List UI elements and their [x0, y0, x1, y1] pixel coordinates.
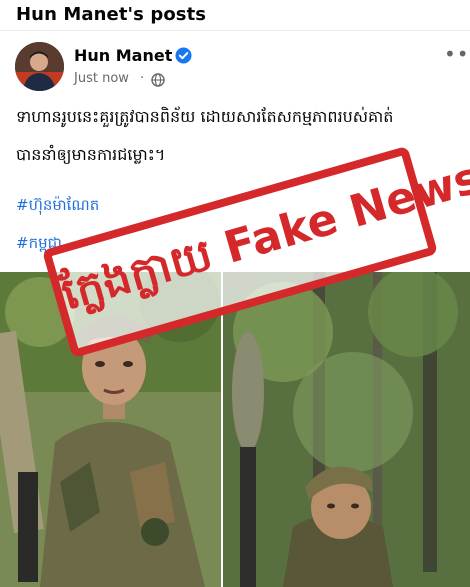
time-separator: ·	[140, 71, 145, 86]
avatar-image	[15, 42, 64, 91]
photo-soldier-right[interactable]	[223, 272, 470, 587]
more-options-icon[interactable]: •••	[444, 42, 470, 66]
page-header: Hun Manet's posts	[0, 0, 470, 31]
author-name[interactable]: Hun Manet	[74, 46, 172, 65]
post-text-line-1: ទាហានរូបនេះគួរត្រូវបានពិន័យ ដោយសារតែសកម្…	[16, 107, 394, 126]
author-avatar[interactable]	[15, 42, 64, 91]
globe-icon[interactable]	[151, 73, 165, 87]
verified-check-icon	[175, 47, 192, 64]
page-title: Hun Manet's posts	[16, 4, 207, 25]
post-timestamp[interactable]: Just now	[74, 71, 129, 86]
hashtag-link-1[interactable]: #ហ៊ុនម៉ាណែត	[16, 196, 99, 218]
photo-soldier-right-image	[223, 272, 470, 587]
